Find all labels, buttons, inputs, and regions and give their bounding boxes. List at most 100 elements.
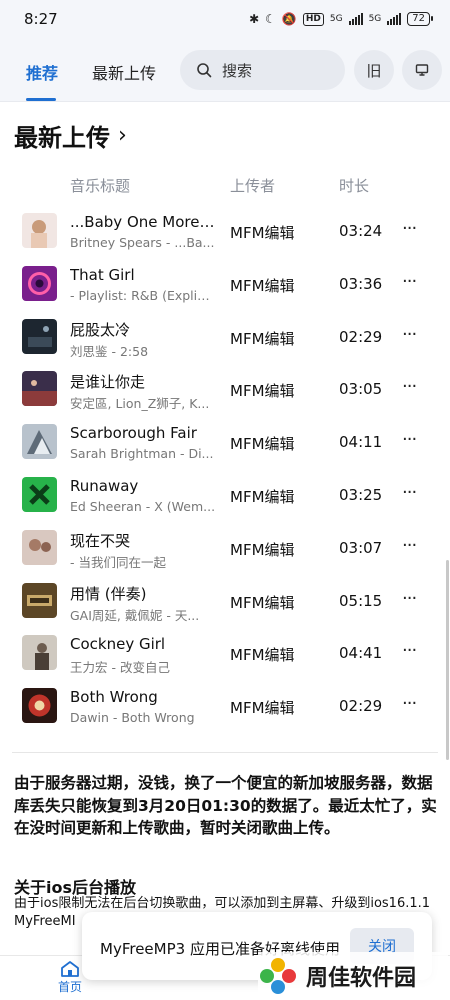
watermark-logo-icon — [260, 958, 296, 994]
album-cover — [22, 476, 57, 512]
tab-recommend[interactable]: 推荐 — [26, 60, 58, 84]
active-tab-indicator — [26, 98, 56, 101]
song-row[interactable]: Runaway Ed Sheeran - X (Wem... MFM编辑 03:… — [0, 469, 450, 522]
search-label: 搜索 — [222, 61, 253, 80]
more-options-icon[interactable]: ··· — [402, 535, 417, 556]
song-title: Runaway — [70, 476, 139, 495]
monitor-button[interactable] — [402, 50, 442, 90]
song-duration: 02:29 — [339, 327, 383, 346]
more-options-icon[interactable]: ··· — [402, 693, 417, 714]
hd-badge: HD — [302, 12, 324, 26]
song-row[interactable]: 屁股太冷 刘思鉴 - 2:58 MFM编辑 02:29 ··· — [0, 311, 450, 364]
watermark-text: 周佳软件园 — [306, 966, 417, 991]
song-artist: 王力宏 - 改变自己 — [70, 660, 170, 676]
song-title: 现在不哭 — [70, 531, 131, 550]
song-artist: - Playlist: R&B (Explicit) — [70, 287, 216, 303]
album-cover — [22, 424, 57, 460]
song-title: That Girl — [70, 265, 135, 284]
column-header-duration: 时长 — [339, 177, 370, 195]
status-icons: ✱ ☾ 🔕 HD 5G 5G 72 — [249, 12, 433, 26]
song-artist: Dawin - Both Wrong — [70, 710, 195, 726]
song-duration: 04:11 — [339, 433, 383, 452]
monitor-icon — [415, 64, 429, 76]
song-row[interactable]: That Girl - Playlist: R&B (Explicit) MFM… — [0, 258, 450, 311]
status-time: 8:27 — [24, 10, 58, 28]
search-icon — [197, 63, 212, 78]
song-artist: GAI周延, 戴佩妮 - 天... — [70, 607, 200, 623]
song-title: Cockney Girl — [70, 635, 166, 654]
network-2-label: 5G — [368, 14, 382, 24]
song-duration: 03:07 — [339, 538, 383, 557]
song-title: ...Baby One More ... — [70, 213, 218, 231]
song-title: 用情 (伴奏) — [70, 584, 147, 603]
status-bar: 8:27 ✱ ☾ 🔕 HD 5G 5G 72 — [0, 0, 450, 38]
network-1-label: 5G — [329, 14, 343, 24]
song-duration: 05:15 — [339, 591, 383, 610]
nav-home-label: 首页 — [58, 980, 83, 994]
song-artist: 刘思鉴 - 2:58 — [70, 343, 149, 359]
song-uploader: MFM编辑 — [230, 382, 295, 401]
nav-home[interactable]: 首页 — [58, 960, 82, 995]
signal-1-icon — [348, 13, 363, 25]
song-duration: 03:05 — [339, 380, 383, 399]
more-options-icon[interactable]: ··· — [402, 482, 417, 503]
column-header-title: 音乐标题 — [70, 177, 131, 195]
more-options-icon[interactable]: ··· — [402, 324, 417, 345]
album-cover — [22, 318, 57, 354]
song-duration: 03:25 — [339, 485, 383, 504]
more-options-icon[interactable]: ··· — [402, 640, 417, 661]
song-uploader: MFM编辑 — [230, 329, 295, 348]
song-uploader: MFM编辑 — [230, 593, 295, 612]
song-uploader: MFM编辑 — [230, 540, 295, 559]
chevron-right-icon: › — [118, 123, 127, 148]
song-uploader: MFM编辑 — [230, 435, 295, 454]
song-duration: 03:36 — [339, 274, 383, 293]
song-row[interactable]: 用情 (伴奏) GAI周延, 戴佩妮 - 天... MFM编辑 05:15 ··… — [0, 575, 450, 628]
song-row[interactable]: Cockney Girl 王力宏 - 改变自己 MFM编辑 04:41 ··· — [0, 627, 450, 680]
song-artist: 安定區, Lion_Z狮子, K... — [70, 396, 210, 412]
song-uploader: MFM编辑 — [230, 487, 295, 506]
song-title: Both Wrong — [70, 688, 158, 707]
battery-icon: 72 — [407, 12, 433, 26]
song-title: 屁股太冷 — [70, 320, 131, 339]
album-cover — [22, 635, 57, 671]
watermark: 周佳软件园 — [258, 952, 448, 1000]
album-cover — [22, 582, 57, 618]
ios-body-text: 由于ios限制无法在后台切换歌曲，可以添加到主屏幕、升级到ios16.1.1 — [14, 896, 431, 911]
song-artist: Ed Sheeran - X (Wem... — [70, 498, 216, 514]
song-row[interactable]: Both Wrong Dawin - Both Wrong MFM编辑 02:2… — [0, 680, 450, 733]
search-box[interactable]: 搜索 — [180, 50, 345, 90]
song-uploader: MFM编辑 — [230, 276, 295, 295]
album-cover — [22, 529, 57, 565]
song-uploader: MFM编辑 — [230, 646, 295, 665]
album-cover — [22, 213, 57, 248]
album-cover — [22, 265, 57, 301]
more-options-icon[interactable]: ··· — [402, 588, 417, 609]
legacy-button[interactable]: 旧 — [354, 50, 394, 90]
scrollbar[interactable] — [446, 560, 449, 760]
song-list: ...Baby One More ... Britney Spears - ..… — [0, 205, 450, 733]
mute-icon: 🔕 — [281, 12, 297, 26]
moon-icon: ☾ — [265, 12, 276, 26]
song-row[interactable]: Scarborough Fair Sarah Brightman - Di...… — [0, 416, 450, 469]
more-options-icon[interactable]: ··· — [402, 271, 417, 292]
song-row[interactable]: 是谁让你走 安定區, Lion_Z狮子, K... MFM编辑 03:05 ··… — [0, 363, 450, 416]
song-artist: Britney Spears - ...Ba... — [70, 235, 215, 250]
song-artist: - 当我们同在一起 — [70, 554, 166, 570]
section-title[interactable]: 最新上传 › — [14, 118, 127, 153]
album-cover — [22, 371, 57, 407]
song-uploader: MFM编辑 — [230, 224, 295, 242]
song-duration: 02:29 — [339, 697, 383, 716]
tab-latest-upload[interactable]: 最新上传 — [92, 60, 156, 84]
song-uploader: MFM编辑 — [230, 699, 295, 718]
notice-text: 由于服务器过期，没钱，换了一个便宜的新加坡服务器，数据库丢失只能恢复到3月20日… — [14, 774, 437, 837]
song-title: 是谁让你走 — [70, 373, 146, 392]
song-artist: Sarah Brightman - Di... — [70, 446, 214, 462]
song-row[interactable]: 现在不哭 - 当我们同在一起 MFM编辑 03:07 ··· — [0, 522, 450, 575]
home-icon — [61, 961, 79, 977]
app-header: 推荐 最新上传 搜索 旧 — [0, 38, 450, 102]
more-options-icon[interactable]: ··· — [402, 429, 417, 450]
song-row[interactable]: ...Baby One More ... Britney Spears - ..… — [0, 205, 450, 258]
more-options-icon[interactable]: ··· — [402, 376, 417, 397]
more-options-icon[interactable]: ··· — [402, 218, 417, 239]
